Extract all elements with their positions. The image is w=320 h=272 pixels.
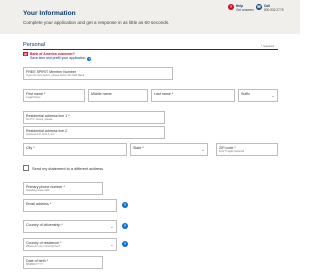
boa-help-icon[interactable]: ? bbox=[87, 56, 92, 61]
call-number: 800.932.2775 bbox=[264, 8, 284, 12]
help-link[interactable]: ? Help Get answers bbox=[228, 4, 254, 12]
frequent-flyer-hint: If you do not know it, please leave this… bbox=[26, 73, 85, 77]
chevron-down-icon: ⌄ bbox=[109, 242, 114, 248]
page-header: Your Information Complete your applicati… bbox=[0, 0, 300, 34]
help-icon: ? bbox=[228, 4, 234, 10]
different-address-option[interactable]: Send my statement to a different address bbox=[23, 165, 103, 171]
phone-hint: Including area code bbox=[26, 188, 50, 192]
zip-hint: First 5 digits required bbox=[219, 149, 245, 153]
last-name-input[interactable]: Last name * bbox=[151, 89, 235, 102]
state-select[interactable]: State * ⌄ bbox=[130, 143, 208, 156]
residence-help-icon[interactable]: ? bbox=[122, 241, 128, 247]
phone-icon: ☏ bbox=[256, 4, 262, 10]
citizenship-select[interactable]: Country of citizenship * ⌄ bbox=[23, 220, 117, 233]
residence-select[interactable]: Country of residence * Where do you curr… bbox=[23, 238, 117, 251]
chevron-down-icon: ⌄ bbox=[200, 147, 205, 153]
email-label: Email address * bbox=[26, 201, 52, 206]
first-name-hint: Legal Name bbox=[26, 95, 41, 99]
email-input[interactable]: Email address * bbox=[23, 199, 117, 212]
dob-input[interactable]: Date of birth * MM/DD/YYYY bbox=[23, 256, 103, 269]
help-sublabel: Get answers bbox=[236, 8, 254, 12]
zip-input[interactable]: ZIP code * First 5 digits required bbox=[216, 143, 278, 156]
address-line-1-input[interactable]: Residential address line 1 * No P.O. box… bbox=[23, 111, 165, 124]
boa-logo-icon: ▦ bbox=[23, 52, 28, 56]
residence-hint: Where do you currently live? bbox=[26, 244, 61, 248]
citizenship-help-icon[interactable]: ? bbox=[122, 223, 128, 229]
boa-prefill-link[interactable]: Save time and prefill your application bbox=[30, 56, 85, 60]
call-link[interactable]: ☏ Call 800.932.2775 bbox=[256, 4, 284, 12]
middle-name-label: Middle name bbox=[91, 91, 112, 96]
phone-input[interactable]: Primary phone number * Including area co… bbox=[23, 182, 103, 195]
middle-name-input[interactable]: Middle name bbox=[88, 89, 148, 102]
email-help-icon[interactable]: ? bbox=[122, 202, 128, 208]
city-input[interactable]: City * bbox=[23, 143, 127, 156]
citizenship-label: Country of citizenship * bbox=[26, 222, 63, 227]
page-title: Your Information bbox=[23, 10, 76, 17]
required-note: * required bbox=[261, 44, 275, 48]
first-name-input[interactable]: First name * Legal Name bbox=[23, 89, 85, 102]
address-line-2-input[interactable]: Residential address line 2 Apartment #, … bbox=[23, 126, 165, 139]
suffix-select[interactable]: Suffix ⌄ bbox=[238, 89, 278, 102]
frequent-flyer-input[interactable]: FREE SPIRIT Member Number If you do not … bbox=[23, 67, 173, 80]
different-address-label: Send my statement to a different address bbox=[32, 165, 104, 171]
chevron-down-icon: ⌄ bbox=[109, 224, 114, 230]
section-title-personal: Personal bbox=[23, 42, 46, 48]
boa-customer-prompt: ▦ Bank of America customer? Save time an… bbox=[23, 52, 92, 61]
page-subtitle: Complete your application and get a resp… bbox=[23, 20, 170, 25]
section-divider bbox=[23, 49, 278, 50]
address-line-2-hint: Apartment #, Unit #, etc bbox=[26, 132, 55, 136]
dob-hint: MM/DD/YYYY bbox=[26, 262, 44, 266]
state-label: State * bbox=[133, 145, 144, 150]
different-address-checkbox[interactable] bbox=[23, 165, 29, 171]
last-name-label: Last name * bbox=[154, 91, 174, 96]
city-label: City * bbox=[26, 145, 35, 150]
address-line-1-hint: No P.O. boxes, please bbox=[26, 117, 53, 121]
chevron-down-icon: ⌄ bbox=[270, 93, 275, 99]
